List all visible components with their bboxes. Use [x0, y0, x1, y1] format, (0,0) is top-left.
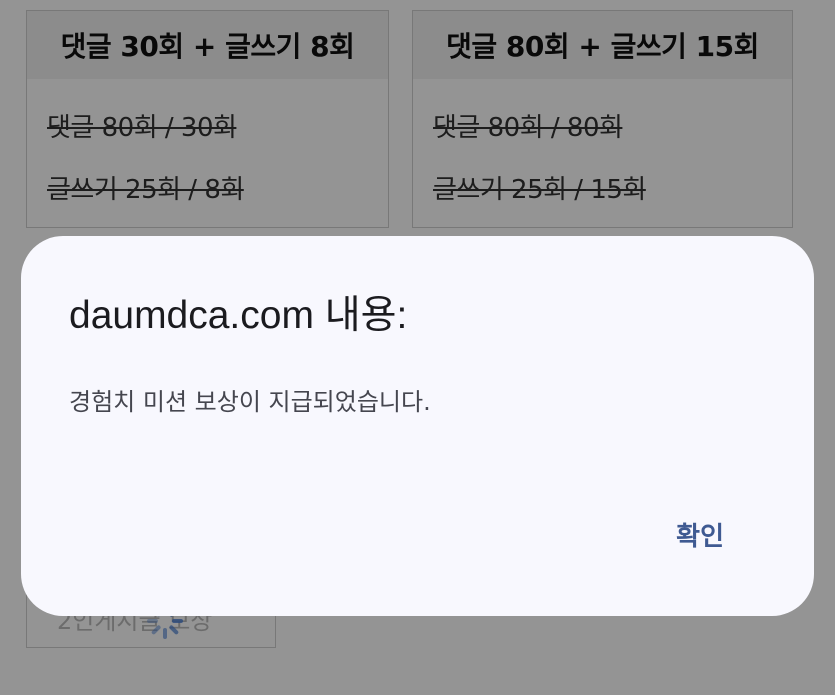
dialog-title: daumdca.com 내용:: [69, 294, 408, 337]
alert-dialog: daumdca.com 내용: 경험치 미션 보상이 지급되었습니다. 확인: [21, 236, 814, 616]
dialog-message: 경험치 미션 보상이 지급되었습니다.: [69, 388, 431, 416]
confirm-button[interactable]: 확인: [676, 516, 724, 553]
